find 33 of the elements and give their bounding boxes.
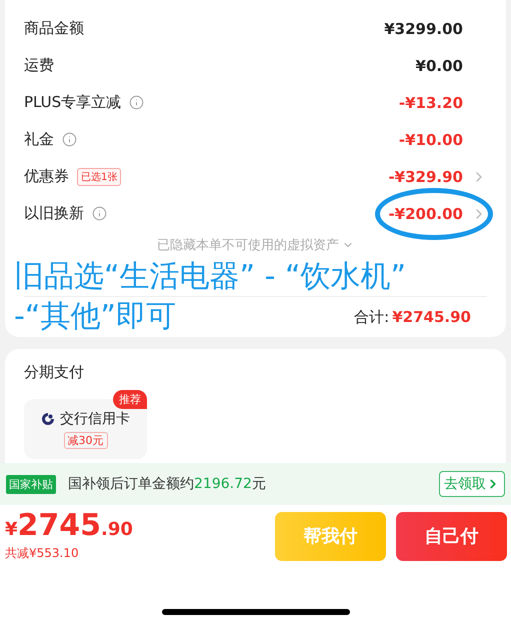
promo-tag: 减30元	[64, 432, 108, 448]
row-label: 商品金额	[24, 19, 84, 38]
row-label: 礼金	[24, 130, 54, 149]
bank-name: 交行信用卡	[60, 410, 130, 428]
row-amount: -¥200.00	[388, 204, 463, 222]
savings-text: 共减¥553.10	[5, 544, 80, 562]
row-label: 以旧换新	[24, 204, 84, 223]
row-label: 运费	[24, 56, 54, 75]
subsidy-badge: 国家补贴	[6, 474, 56, 494]
row-amount: -¥13.20	[398, 94, 463, 112]
info-icon[interactable]	[92, 206, 107, 221]
subsidy-text: 国补领后订单金额约2196.72元	[68, 475, 266, 493]
bank-logo-icon	[41, 412, 55, 426]
coupon-tag: 已选1张	[77, 168, 122, 186]
claim-button[interactable]: 去领取	[439, 471, 505, 497]
recommend-badge: 推荐	[113, 390, 147, 409]
row-amount: ¥3299.00	[384, 20, 463, 38]
row-label: 优惠券	[24, 167, 69, 186]
pay-for-me-button[interactable]: 帮我付	[275, 512, 386, 560]
pay-button[interactable]: 自己付	[396, 512, 507, 560]
annotation-text: -“其他”即可	[14, 298, 176, 336]
annotation-text: 旧品选“生活电器” - “饮水机”	[14, 258, 408, 296]
row-amount: -¥10.00	[398, 130, 463, 148]
total-amount: ¥2745.90	[392, 308, 471, 326]
info-icon[interactable]	[62, 132, 77, 147]
section-title: 分期支付	[24, 363, 85, 382]
total-label: 合计:	[354, 308, 390, 326]
total-price: ¥2745.90	[5, 510, 133, 540]
hidden-assets-link[interactable]: 已隐藏本单不可使用的虚拟资产	[157, 236, 339, 254]
info-icon[interactable]	[129, 95, 144, 110]
row-label: PLUS专享立减	[24, 93, 122, 112]
row-amount: -¥329.90	[388, 168, 463, 186]
row-amount: ¥0.00	[416, 56, 463, 74]
